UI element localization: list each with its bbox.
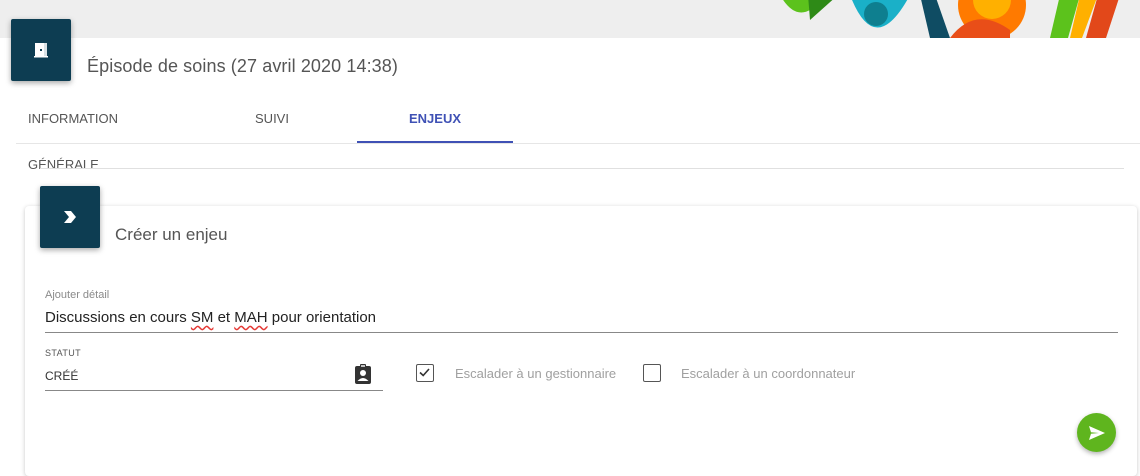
section-divider <box>40 168 1124 169</box>
create-issue-card <box>25 206 1137 476</box>
detail-text-part: pour orientation <box>267 309 377 326</box>
escalate-coordinator-label[interactable]: Escalader à un coordonnateur <box>681 366 855 381</box>
submit-button[interactable] <box>1077 413 1116 452</box>
chevron-right-icon <box>64 211 76 223</box>
page-title: Épisode de soins (27 avril 2020 14:38) <box>87 56 398 76</box>
create-issue-tile <box>40 186 100 248</box>
statut-select[interactable]: CRÉÉ <box>45 369 78 383</box>
door-exit-icon <box>34 43 48 58</box>
detail-text-misspelled: MAH <box>234 309 268 326</box>
escalate-coordinator-checkbox[interactable] <box>643 364 661 382</box>
detail-input[interactable]: Discussions en cours SM et MAH pour orie… <box>45 309 376 326</box>
escalate-manager-checkbox[interactable] <box>416 364 434 382</box>
tab-bar: INFORMATION GÉNÉRALE SUIVI ENJEUX <box>0 96 1140 172</box>
top-banner <box>0 0 1140 38</box>
tab-enjeux[interactable]: ENJEUX <box>357 96 513 142</box>
detail-text-part: Discussions en cours <box>45 309 191 326</box>
detail-text-part: et <box>213 309 235 326</box>
tab-suivi[interactable]: SUIVI <box>240 96 304 142</box>
episode-tile <box>11 19 71 81</box>
escalate-manager-label[interactable]: Escalader à un gestionnaire <box>455 366 616 381</box>
detail-text-misspelled: SM <box>190 309 214 326</box>
clipboard-account-icon[interactable] <box>353 363 373 385</box>
send-icon <box>1088 425 1105 440</box>
card-title: Créer un enjeu <box>115 225 228 244</box>
brand-decoration <box>783 0 1119 38</box>
detail-field-label: Ajouter détail <box>45 289 110 301</box>
statut-underline <box>45 390 383 391</box>
checkmark-icon <box>419 368 430 377</box>
detail-input-underline <box>45 332 1118 333</box>
statut-label: STATUT <box>45 348 82 358</box>
tabs-divider <box>16 143 1140 144</box>
tab-information-generale[interactable]: INFORMATION GÉNÉRALE <box>28 96 190 172</box>
